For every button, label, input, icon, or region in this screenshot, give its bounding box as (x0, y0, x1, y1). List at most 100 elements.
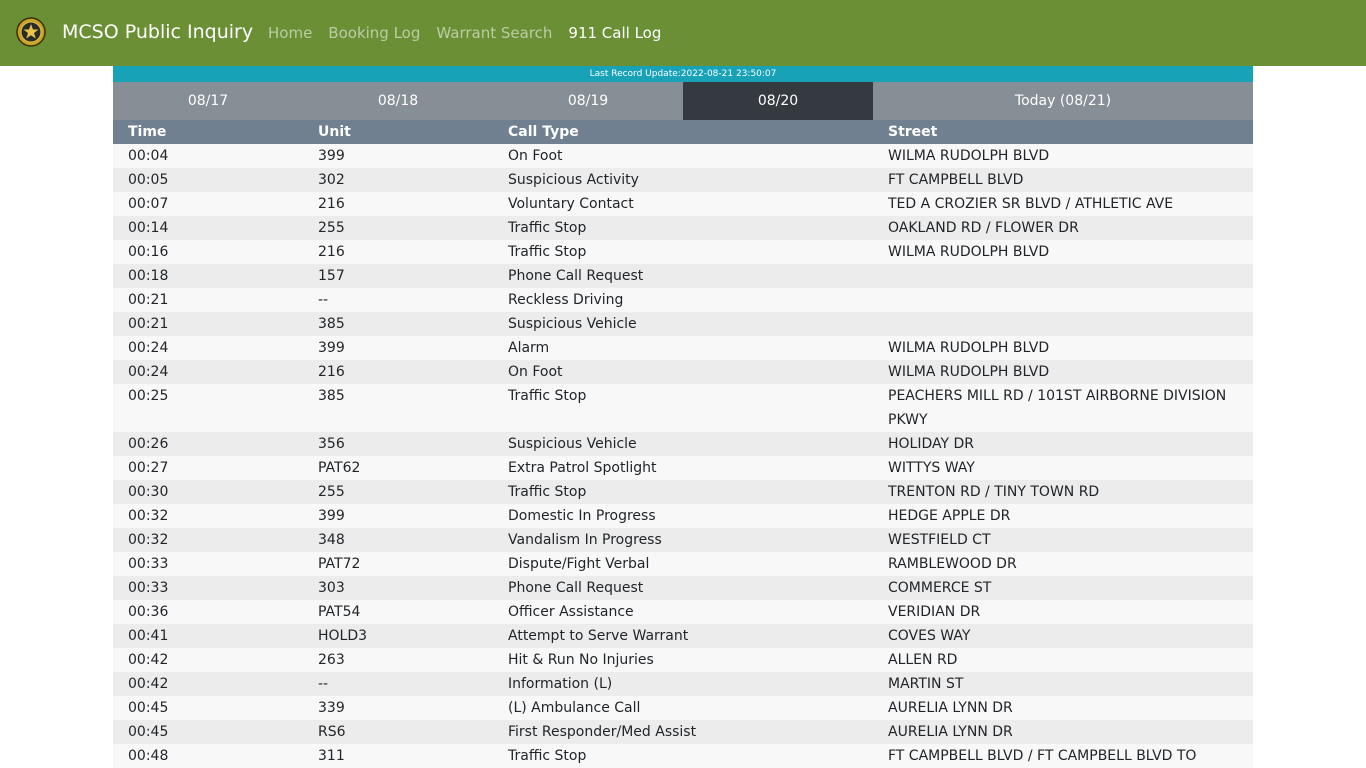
cell-street: WITTYS WAY (873, 456, 1253, 480)
cell-unit: PAT54 (303, 600, 493, 624)
cell-call-type: Reckless Driving (493, 288, 873, 312)
table-row: 00:45 RS6 First Responder/Med Assist AURELI… (113, 720, 1253, 744)
cell-time: 00:41 (113, 624, 303, 648)
nav-booking-log-link[interactable]: Booking Log (320, 22, 428, 44)
table-row: 00:33 PAT72 Dispute/Fight Verbal RAMBLEWOOD… (113, 552, 1253, 576)
cell-time: 00:32 (113, 504, 303, 528)
nav-home-link[interactable]: Home (260, 22, 320, 44)
table-row: 00:32 348 Vandalism In Progress WESTFIELD C… (113, 528, 1253, 552)
cell-time: 00:33 (113, 552, 303, 576)
cell-call-type: Alarm (493, 336, 873, 360)
tab-today[interactable]: Today (08/21) (873, 82, 1253, 120)
table-row: 00:30 255 Traffic Stop TRENTON RD / TINY TO… (113, 480, 1253, 504)
cell-unit: 385 (303, 384, 493, 432)
cell-time: 00:05 (113, 168, 303, 192)
table-row: 00:41 HOLD3 Attempt to Serve Warrant COVES … (113, 624, 1253, 648)
cell-street: COVES WAY (873, 624, 1253, 648)
cell-unit: 263 (303, 648, 493, 672)
table-row: 00:27 PAT62 Extra Patrol Spotlight WITTYS W… (113, 456, 1253, 480)
tab-date-0819[interactable]: 08/19 (493, 82, 683, 120)
cell-unit: PAT62 (303, 456, 493, 480)
table-row: 00:42 -- Information (L) MARTIN ST (113, 672, 1253, 696)
cell-call-type: Traffic Stop (493, 384, 873, 432)
tab-date-0820[interactable]: 08/20 (683, 82, 873, 120)
cell-street: RAMBLEWOOD DR (873, 552, 1253, 576)
cell-call-type: Information (L) (493, 672, 873, 696)
cell-unit: 399 (303, 144, 493, 168)
cell-time: 00:48 (113, 744, 303, 768)
cell-time: 00:30 (113, 480, 303, 504)
table-row: 00:26 356 Suspicious Vehicle HOLIDAY DR (113, 432, 1253, 456)
tab-date-0817[interactable]: 08/17 (113, 82, 303, 120)
cell-call-type: Traffic Stop (493, 480, 873, 504)
cell-unit: 385 (303, 312, 493, 336)
cell-unit: PAT72 (303, 552, 493, 576)
cell-time: 00:07 (113, 192, 303, 216)
cell-unit: 216 (303, 240, 493, 264)
cell-street: FT CAMPBELL BLVD / FT CAMPBELL BLVD TO (873, 744, 1253, 768)
cell-time: 00:21 (113, 288, 303, 312)
cell-call-type: First Responder/Med Assist (493, 720, 873, 744)
sheriff-badge-logo[interactable] (16, 17, 46, 47)
table-row: 00:45 339 (L) Ambulance Call AURELIA LYNN D… (113, 696, 1253, 720)
cell-unit: 157 (303, 264, 493, 288)
table-row: 00:14 255 Traffic Stop OAKLAND RD / FLOWER … (113, 216, 1253, 240)
nav-warrant-search-link[interactable]: Warrant Search (428, 22, 560, 44)
cell-time: 00:27 (113, 456, 303, 480)
cell-street: FT CAMPBELL BLVD (873, 168, 1253, 192)
cell-street: WILMA RUDOLPH BLVD (873, 360, 1253, 384)
cell-call-type: Phone Call Request (493, 576, 873, 600)
cell-call-type: Vandalism In Progress (493, 528, 873, 552)
brand-title[interactable]: MCSO Public Inquiry (62, 19, 253, 45)
cell-call-type: Extra Patrol Spotlight (493, 456, 873, 480)
cell-call-type: Phone Call Request (493, 264, 873, 288)
cell-time: 00:32 (113, 528, 303, 552)
header-unit: Unit (303, 120, 493, 144)
cell-call-type: Attempt to Serve Warrant (493, 624, 873, 648)
cell-street: COMMERCE ST (873, 576, 1253, 600)
cell-unit: RS6 (303, 720, 493, 744)
cell-unit: 356 (303, 432, 493, 456)
header-call-type: Call Type (493, 120, 873, 144)
cell-street (873, 264, 1253, 288)
cell-call-type: Suspicious Vehicle (493, 432, 873, 456)
cell-street: VERIDIAN DR (873, 600, 1253, 624)
cell-time: 00:18 (113, 264, 303, 288)
nav-911-call-log-link[interactable]: 911 Call Log (560, 22, 669, 44)
table-row: 00:32 399 Domestic In Progress HEDGE APPLE … (113, 504, 1253, 528)
cell-time: 00:16 (113, 240, 303, 264)
table-row: 00:21 -- Reckless Driving (113, 288, 1253, 312)
cell-unit: 311 (303, 744, 493, 768)
main-nav: Home Booking Log Warrant Search 911 Call… (260, 22, 669, 44)
table-row: 00:36 PAT54 Officer Assistance VERIDIAN DR (113, 600, 1253, 624)
cell-time: 00:21 (113, 312, 303, 336)
cell-call-type: Traffic Stop (493, 744, 873, 768)
header-time: Time (113, 120, 303, 144)
cell-call-type: Officer Assistance (493, 600, 873, 624)
cell-time: 00:36 (113, 600, 303, 624)
tab-date-0818[interactable]: 08/18 (303, 82, 493, 120)
cell-call-type: Suspicious Vehicle (493, 312, 873, 336)
table-row: 00:24 399 Alarm WILMA RUDOLPH BLVD (113, 336, 1253, 360)
cell-unit: 303 (303, 576, 493, 600)
cell-unit: 255 (303, 480, 493, 504)
cell-street (873, 312, 1253, 336)
table-row: 00:24 216 On Foot WILMA RUDOLPH BLVD (113, 360, 1253, 384)
cell-call-type: On Foot (493, 360, 873, 384)
cell-street: MARTIN ST (873, 672, 1253, 696)
table-row: 00:48 311 Traffic Stop FT CAMPBELL BLVD / F… (113, 744, 1253, 768)
call-log-table: Time Unit Call Type Street 00:04 399 On Fo… (113, 120, 1253, 768)
table-header-row: Time Unit Call Type Street (113, 120, 1253, 144)
cell-street: WILMA RUDOLPH BLVD (873, 240, 1253, 264)
cell-call-type: Dispute/Fight Verbal (493, 552, 873, 576)
cell-call-type: On Foot (493, 144, 873, 168)
cell-unit: -- (303, 672, 493, 696)
last-update-banner: Last Record Update:2022-08-21 23:50:07 (113, 66, 1253, 82)
cell-unit: 339 (303, 696, 493, 720)
cell-call-type: Domestic In Progress (493, 504, 873, 528)
cell-street: TRENTON RD / TINY TOWN RD (873, 480, 1253, 504)
cell-time: 00:26 (113, 432, 303, 456)
table-row: 00:21 385 Suspicious Vehicle (113, 312, 1253, 336)
cell-street (873, 288, 1253, 312)
cell-call-type: Traffic Stop (493, 216, 873, 240)
